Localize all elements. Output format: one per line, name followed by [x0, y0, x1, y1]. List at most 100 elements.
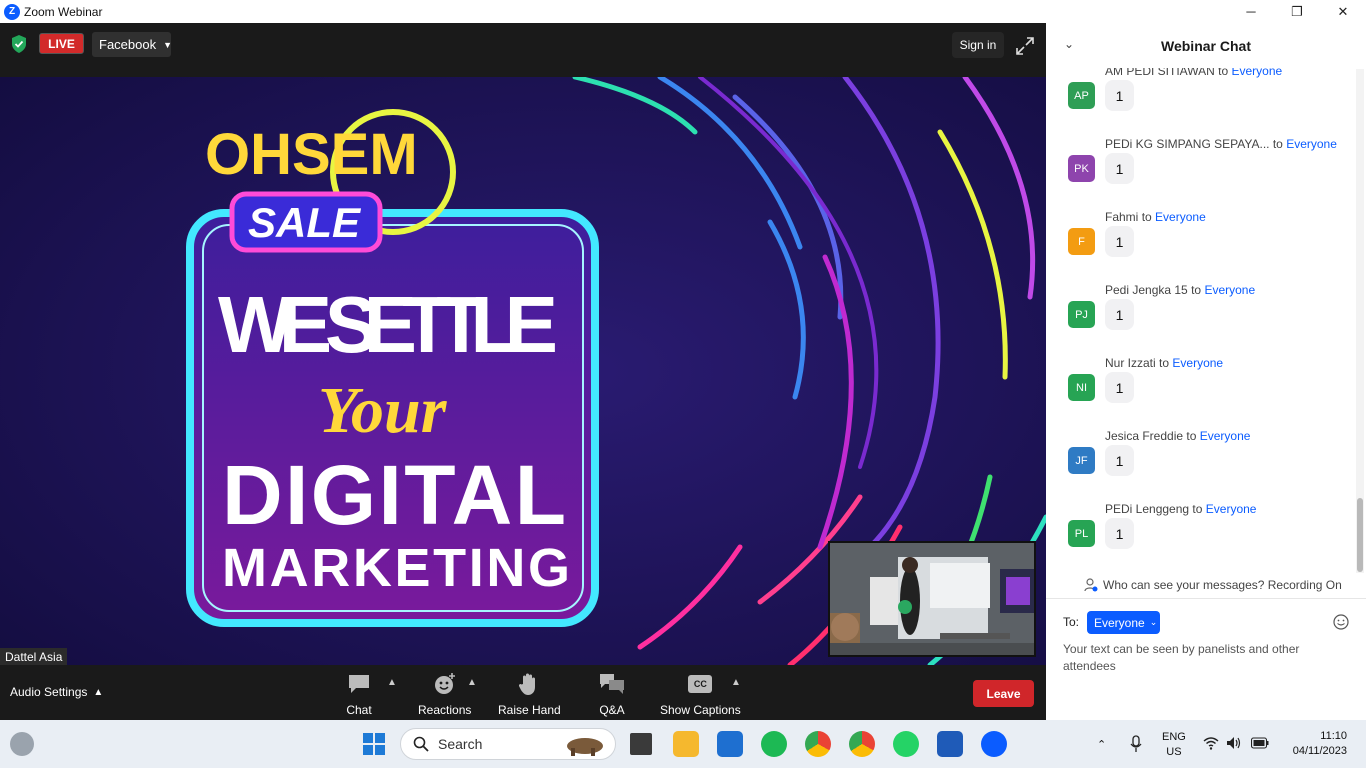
close-button[interactable]: ✕ [1320, 0, 1366, 23]
zoom-logo-icon: Z [4, 3, 20, 20]
message-sender-line: Nur Izzati to Everyone [1105, 356, 1223, 370]
recipient-link[interactable]: Everyone [1172, 356, 1223, 370]
wifi-icon[interactable] [1203, 736, 1219, 750]
spotify-icon[interactable] [761, 731, 787, 757]
chrome-icon[interactable] [805, 731, 831, 757]
sign-in-button[interactable]: Sign in [952, 32, 1004, 58]
presenter-name-label: Dattel Asia [0, 648, 68, 666]
message-bubble: 1 [1105, 372, 1134, 403]
chrome-profile-icon[interactable] [849, 731, 875, 757]
chat-scrollbar-thumb[interactable] [1357, 498, 1363, 572]
chat-options-caret-icon[interactable]: ▲ [387, 677, 397, 688]
minimize-button[interactable]: ─ [1228, 0, 1274, 23]
chat-message: Fahmi to Everyone F 1 [1046, 210, 1356, 283]
security-shield-icon[interactable] [11, 35, 27, 53]
meeting-top-bar: LIVE Facebook ▼ Sign in [0, 23, 1046, 77]
meeting-area: LIVE Facebook ▼ Sign in OHSEM SALE WE SE… [0, 23, 1046, 720]
reactions-button[interactable]: Reactions [418, 671, 471, 717]
chevron-down-icon: ⌄ [1149, 617, 1158, 627]
region-code: US [1166, 746, 1182, 758]
task-view-icon[interactable] [630, 733, 652, 755]
search-highlight-image [567, 738, 603, 756]
clock[interactable]: 11:10 04/11/2023 [1285, 729, 1347, 759]
chat-message: PEDi Lenggeng to Everyone PL 1 [1046, 502, 1356, 568]
audio-settings-label: Audio Settings [10, 685, 88, 699]
word-icon[interactable] [937, 731, 963, 757]
recipient-link[interactable]: Everyone [1155, 210, 1206, 224]
chat-title: Webinar Chat [1161, 37, 1251, 54]
recipient-link[interactable]: Everyone [1206, 502, 1257, 516]
sender-name: Nur Izzati [1105, 356, 1156, 370]
raise-hand-button[interactable]: Raise Hand [498, 671, 561, 717]
window-title: Zoom Webinar [24, 4, 103, 19]
taskbar: Search ⌃ ENG US 11:10 04/11/2023 [0, 720, 1366, 768]
chat-message-list[interactable]: AM PEDI SITIAWAN to Everyone AP 1 PEDi KG S… [1046, 68, 1356, 568]
chat-input[interactable]: Your text can be seen by panelists and o… [1063, 641, 1353, 675]
to-word: to [1186, 429, 1197, 443]
avatar[interactable]: PK [1068, 155, 1095, 182]
message-sender-line: Jesica Freddie to Everyone [1105, 429, 1250, 443]
poster-line-2: SALE [248, 199, 362, 246]
message-visibility-link[interactable]: Who can see your messages? Recording On [1046, 574, 1366, 596]
microsoft-store-icon[interactable] [717, 731, 743, 757]
chevron-up-icon: ▲ [93, 686, 104, 698]
avatar[interactable]: JF [1068, 447, 1095, 474]
show-captions-button[interactable]: CC Show Captions [660, 671, 741, 717]
visibility-note-text: Who can see your messages? Recording On [1103, 578, 1342, 592]
microphone-icon[interactable] [1130, 735, 1142, 753]
recipient-link[interactable]: Everyone [1200, 429, 1251, 443]
avatar[interactable]: F [1068, 228, 1095, 255]
volume-icon[interactable] [1226, 736, 1242, 750]
poster-line-3: WE SETTLE [218, 280, 558, 369]
chat-divider [1046, 598, 1366, 599]
collapse-chevron-icon[interactable]: ⌄ [1064, 37, 1074, 51]
camera-thumbnail[interactable] [828, 541, 1036, 657]
search-icon [413, 736, 429, 752]
audio-settings-button[interactable]: Audio Settings ▲ [10, 685, 103, 699]
avatar[interactable]: NI [1068, 374, 1095, 401]
battery-icon[interactable] [1251, 737, 1269, 749]
emoji-icon[interactable] [1333, 614, 1349, 630]
to-word: to [1192, 502, 1203, 516]
language-code: ENG [1162, 731, 1186, 743]
taskbar-search-box[interactable]: Search [400, 728, 616, 760]
weather-widget-icon[interactable] [10, 732, 34, 756]
recipient-link[interactable]: Everyone [1204, 283, 1255, 297]
language-indicator[interactable]: ENG US [1162, 730, 1186, 760]
whatsapp-icon[interactable] [893, 731, 919, 757]
captions-icon: CC [686, 671, 714, 697]
message-bubble: 1 [1105, 445, 1134, 476]
sender-name: Fahmi [1105, 210, 1139, 224]
file-explorer-icon[interactable] [673, 731, 699, 757]
qa-button[interactable]: Q&A [598, 671, 626, 717]
message-sender-line: Pedi Jengka 15 to Everyone [1105, 283, 1255, 297]
message-sender-line: Fahmi to Everyone [1105, 210, 1206, 224]
avatar[interactable]: PJ [1068, 301, 1095, 328]
poster-line-6: MARKETING [222, 538, 570, 598]
captions-options-caret-icon[interactable]: ▲ [731, 677, 741, 688]
fullscreen-icon[interactable] [1014, 35, 1036, 57]
avatar[interactable]: PL [1068, 520, 1095, 547]
poster-line-1: OHSEM [205, 122, 418, 187]
start-menu-icon[interactable] [362, 732, 386, 756]
recipient-dropdown[interactable]: Everyone ⌄ [1087, 611, 1160, 634]
stream-target-label: Facebook [99, 37, 157, 52]
live-badge: LIVE [39, 33, 84, 54]
stream-target-dropdown[interactable]: Facebook ▼ [92, 32, 172, 57]
raise-hand-button-label: Raise Hand [498, 703, 561, 717]
show-hidden-icons-icon[interactable]: ⌃ [1097, 720, 1106, 768]
recipient-link[interactable]: Everyone [1286, 137, 1337, 151]
clock-date: 04/11/2023 [1292, 745, 1347, 757]
poster-line-5: DIGITAL [222, 448, 566, 542]
restore-button[interactable]: ❐ [1274, 0, 1320, 23]
recipient-link[interactable]: Everyone [1232, 68, 1283, 78]
avatar[interactable]: AP [1068, 82, 1095, 109]
leave-button[interactable]: Leave [973, 680, 1034, 707]
message-bubble: 1 [1105, 153, 1134, 184]
to-word: to [1218, 68, 1229, 78]
zoom-taskbar-icon[interactable] [981, 731, 1007, 757]
chat-icon [345, 671, 373, 697]
raise-hand-icon [515, 671, 543, 697]
reactions-options-caret-icon[interactable]: ▲ [467, 677, 477, 688]
chat-button[interactable]: Chat [345, 671, 373, 717]
